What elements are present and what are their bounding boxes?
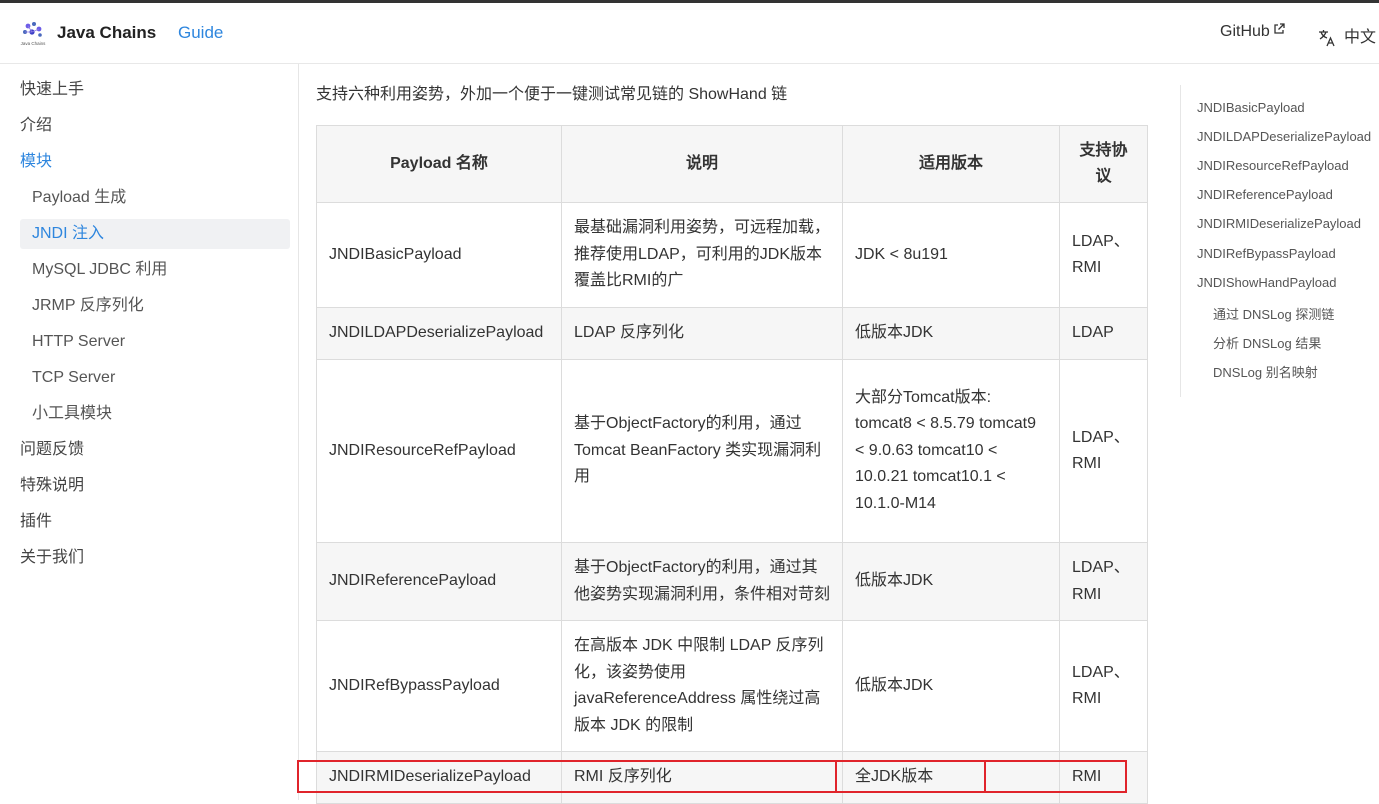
payload-protocol: LDAP、RMI <box>1059 620 1148 752</box>
toc-item[interactable]: JNDILDAPDeserializePayload <box>1197 129 1371 144</box>
payload-version: JDK < 8u191 <box>842 202 1060 308</box>
sidebar-item-jrmp[interactable]: JRMP 反序列化 <box>32 291 144 321</box>
payload-desc: LDAP 反序列化 <box>561 307 843 360</box>
table-row: JNDIReferencePayload 基于ObjectFactory的利用，… <box>316 542 1148 621</box>
table-header-version: 适用版本 <box>842 125 1060 203</box>
java-chains-logo-icon[interactable]: Java Chains <box>18 21 48 47</box>
table-row: JNDIRMIDeserializePayload RMI 反序列化 全JDK版… <box>316 751 1148 804</box>
payload-desc: 基于ObjectFactory的利用，通过其他姿势实现漏洞利用，条件相对苛刻 <box>561 542 843 621</box>
table-of-contents: JNDIBasicPayload JNDILDAPDeserializePayl… <box>1180 85 1379 397</box>
logo-caption: Java Chains <box>21 41 47 46</box>
payload-protocol: LDAP、RMI <box>1059 359 1148 543</box>
payload-name: JNDIBasicPayload <box>316 202 562 308</box>
payload-name: JNDIRefBypassPayload <box>316 620 562 752</box>
toc-item[interactable]: JNDIReferencePayload <box>1197 187 1333 202</box>
payload-name: JNDILDAPDeserializePayload <box>316 307 562 360</box>
payload-version: 低版本JDK <box>842 620 1060 752</box>
table-row: JNDIBasicPayload 最基础漏洞利用姿势，可远程加载，推荐使用LDA… <box>316 202 1148 308</box>
toc-item[interactable]: JNDIShowHandPayload <box>1197 275 1336 290</box>
toc-subitem[interactable]: 分析 DNSLog 结果 <box>1213 333 1321 352</box>
toc-item[interactable]: JNDIRMIDeserializePayload <box>1197 216 1361 231</box>
payload-name: JNDIRMIDeserializePayload <box>316 751 562 804</box>
sidebar-item-modules[interactable]: 模块 <box>20 147 52 177</box>
table-header-name: Payload 名称 <box>316 125 562 203</box>
brand-title[interactable]: Java Chains <box>57 23 156 43</box>
sidebar-item-quickstart[interactable]: 快速上手 <box>20 75 84 105</box>
sidebar-item-notes[interactable]: 特殊说明 <box>20 471 84 501</box>
language-label: 中文 <box>1344 29 1377 46</box>
sidebar-item-mysql-jdbc[interactable]: MySQL JDBC 利用 <box>32 255 167 285</box>
toc-item[interactable]: JNDIRefBypassPayload <box>1197 246 1336 261</box>
toc-subitem[interactable]: DNSLog 别名映射 <box>1213 362 1318 381</box>
github-label: GitHub <box>1220 23 1270 40</box>
translate-icon <box>1319 29 1335 47</box>
sidebar: 快速上手 介绍 模块 Payload 生成 JNDI 注入 MySQL JDBC… <box>0 64 299 800</box>
sidebar-item-tcp-server[interactable]: TCP Server <box>32 363 115 393</box>
payload-desc: 最基础漏洞利用姿势，可远程加载，推荐使用LDAP，可利用的JDK版本覆盖比RMI… <box>561 202 843 308</box>
nav-guide-link[interactable]: Guide <box>178 23 223 43</box>
language-switcher[interactable]: 中文 <box>1318 23 1376 47</box>
sidebar-item-jndi-injection[interactable]: JNDI 注入 <box>20 219 290 249</box>
external-link-icon <box>1274 23 1285 34</box>
payload-version: 低版本JDK <box>842 542 1060 621</box>
sidebar-item-tools[interactable]: 小工具模块 <box>32 399 112 429</box>
sidebar-item-feedback[interactable]: 问题反馈 <box>20 435 84 465</box>
toc-subitem[interactable]: 通过 DNSLog 探测链 <box>1213 304 1334 323</box>
payload-protocol: LDAP、RMI <box>1059 542 1148 621</box>
payload-name: JNDIResourceRefPayload <box>316 359 562 543</box>
table-header-protocol: 支持协议 <box>1059 125 1148 203</box>
payload-protocol: LDAP、RMI <box>1059 202 1148 308</box>
payload-version: 全JDK版本 <box>842 751 1060 804</box>
table-row: JNDILDAPDeserializePayload LDAP 反序列化 低版本… <box>316 307 1148 360</box>
payload-version: 大部分Tomcat版本: tomcat8 < 8.5.79 tomcat9 < … <box>842 359 1060 543</box>
table-row: JNDIResourceRefPayload 基于ObjectFactory的利… <box>316 359 1148 543</box>
payload-desc: 在高版本 JDK 中限制 LDAP 反序列化，该姿势使用 javaReferen… <box>561 620 843 752</box>
github-link[interactable]: GitHub <box>1220 23 1285 41</box>
intro-text: 支持六种利用姿势，外加一个便于一键测试常见链的 ShowHand 链 <box>316 86 788 103</box>
sidebar-item-http-server[interactable]: HTTP Server <box>32 327 125 357</box>
toc-item[interactable]: JNDIResourceRefPayload <box>1197 158 1349 173</box>
table-row: JNDIRefBypassPayload 在高版本 JDK 中限制 LDAP 反… <box>316 620 1148 752</box>
sidebar-item-intro[interactable]: 介绍 <box>20 111 52 141</box>
top-navbar: Java Chains Java Chains Guide GitHub 中文 <box>0 3 1379 64</box>
payload-table: Payload 名称 说明 适用版本 支持协议 JNDIBasicPayload… <box>316 125 1148 804</box>
payload-protocol: RMI <box>1059 751 1148 804</box>
table-header-desc: 说明 <box>561 125 843 203</box>
payload-name: JNDIReferencePayload <box>316 542 562 621</box>
sidebar-item-payload-gen[interactable]: Payload 生成 <box>32 183 126 213</box>
payload-version: 低版本JDK <box>842 307 1060 360</box>
payload-desc: 基于ObjectFactory的利用，通过 Tomcat BeanFactory… <box>561 359 843 543</box>
sidebar-item-about[interactable]: 关于我们 <box>20 543 84 573</box>
payload-protocol: LDAP <box>1059 307 1148 360</box>
toc-item[interactable]: JNDIBasicPayload <box>1197 100 1305 115</box>
payload-desc: RMI 反序列化 <box>561 751 843 804</box>
sidebar-item-plugins[interactable]: 插件 <box>20 507 52 537</box>
